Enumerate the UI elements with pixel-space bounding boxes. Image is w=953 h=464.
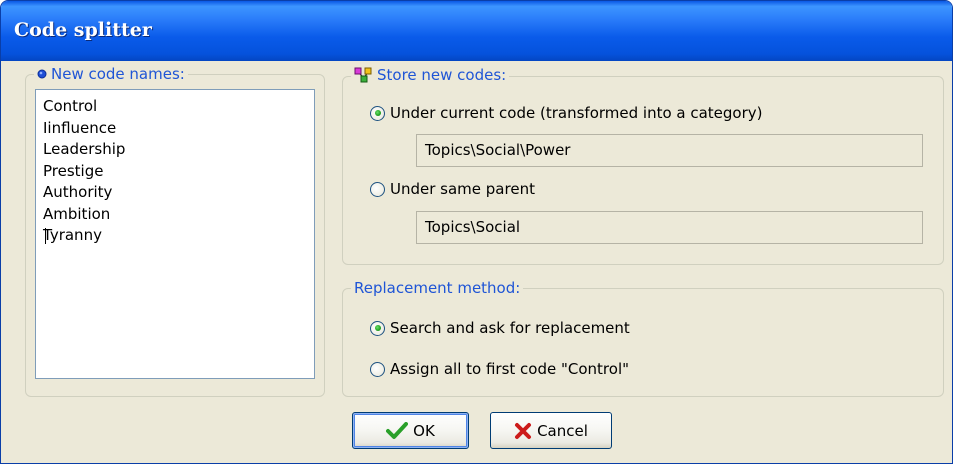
current-code-path-field: Topics\Social\Power — [416, 134, 923, 167]
window-title: Code splitter — [14, 19, 152, 41]
store-new-codes-group: Store new codes: Under current code (tra… — [342, 66, 944, 265]
new-code-names-label: New code names: — [51, 65, 185, 83]
new-code-names-textarea[interactable]: Control Iinfluence Leadership Prestige A… — [35, 89, 315, 379]
under-current-code-label: Under current code (transformed into a c… — [390, 104, 763, 122]
same-parent-path-field: Topics\Social — [416, 211, 923, 244]
radio-unchecked-icon[interactable] — [370, 181, 385, 197]
code-tree-icon — [354, 67, 373, 83]
list-item: Control — [43, 97, 98, 115]
replacement-method-label: Replacement method: — [354, 279, 521, 297]
cancel-button[interactable]: Cancel — [490, 412, 612, 449]
list-item: Tyranny — [43, 226, 102, 244]
store-new-codes-legend: Store new codes: — [351, 66, 510, 84]
list-item: Ambition — [43, 204, 111, 223]
blue-bullet-icon — [37, 69, 47, 79]
radio-checked-icon[interactable] — [370, 105, 385, 121]
title-bar[interactable]: Code splitter — [1, 1, 952, 61]
list-item: Leadership — [43, 140, 126, 158]
store-new-codes-label: Store new codes: — [377, 66, 507, 84]
replacement-method-group: Replacement method: Search and ask for r… — [342, 279, 944, 397]
search-and-ask-label: Search and ask for replacement — [390, 319, 630, 337]
cancel-label: Cancel — [537, 421, 588, 440]
under-current-code-radio[interactable]: Under current code (transformed into a c… — [370, 104, 763, 122]
under-same-parent-label: Under same parent — [390, 180, 535, 198]
radio-checked-icon[interactable] — [370, 320, 385, 336]
list-item: Prestige — [43, 161, 104, 180]
code-splitter-window: Code splitter New code names: Control Ii… — [0, 0, 953, 464]
text-cursor — [45, 228, 46, 244]
under-same-parent-radio[interactable]: Under same parent — [370, 180, 535, 198]
replacement-method-legend: Replacement method: — [351, 279, 524, 297]
assign-all-label: Assign all to first code "Control" — [390, 360, 630, 378]
ok-label: OK — [413, 421, 435, 440]
list-item: Authority — [43, 183, 113, 201]
radio-unchecked-icon[interactable] — [370, 361, 385, 377]
search-and-ask-radio[interactable]: Search and ask for replacement — [370, 319, 630, 337]
ok-button[interactable]: OK — [352, 412, 469, 449]
checkmark-icon — [386, 421, 409, 440]
new-code-names-legend: New code names: — [34, 65, 188, 83]
x-icon — [514, 422, 532, 440]
dialog-client-area: New code names: Control Iinfluence Leade… — [5, 61, 948, 459]
list-item: Iinfluence — [43, 118, 117, 137]
new-code-names-group: New code names: Control Iinfluence Leade… — [25, 65, 325, 397]
assign-all-radio[interactable]: Assign all to first code "Control" — [370, 360, 629, 378]
